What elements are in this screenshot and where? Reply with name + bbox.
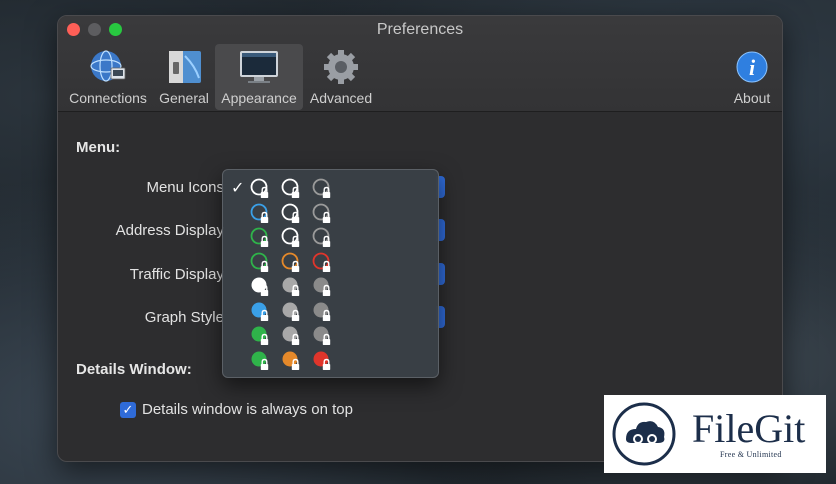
dropdown-option[interactable] <box>223 347 438 372</box>
dropdown-option[interactable] <box>223 249 438 274</box>
tab-advanced[interactable]: Advanced <box>306 44 376 110</box>
disc-lock-icon <box>251 277 269 296</box>
ring-lock-icon <box>250 203 269 223</box>
filegit-logo-icon <box>612 402 676 466</box>
checkmark-icon: ✓ <box>231 180 245 197</box>
ring-lock-icon <box>312 252 331 272</box>
disc-lock-icon <box>282 351 300 370</box>
disc-lock-icon <box>282 277 300 296</box>
dropdown-option[interactable] <box>223 273 438 298</box>
disc-lock-icon <box>282 326 300 345</box>
ring-lock-icon <box>312 178 331 198</box>
dropdown-option[interactable] <box>223 322 438 347</box>
filegit-brand: FileGit <box>692 406 806 451</box>
details-section-title: Details Window: <box>76 361 192 378</box>
tab-about[interactable]: i About <box>726 44 778 110</box>
filegit-watermark: FileGit Free & Unlimited <box>604 395 826 473</box>
disc-lock-icon <box>313 277 331 296</box>
menu-icons-dropdown: ✓ <box>222 169 439 378</box>
ring-lock-icon <box>281 178 300 198</box>
tab-appearance[interactable]: Appearance <box>215 44 303 110</box>
disc-lock-icon <box>282 302 300 321</box>
ring-lock-icon <box>281 203 300 223</box>
disc-lock-icon <box>251 302 269 321</box>
dropdown-option[interactable]: ✓ <box>223 175 438 200</box>
traffic-display-label: Traffic Display <box>129 266 224 283</box>
ring-lock-icon <box>281 252 300 272</box>
ring-lock-icon <box>281 227 300 247</box>
info-icon: i <box>731 48 773 86</box>
tab-connections[interactable]: Connections <box>64 44 152 110</box>
svg-text:i: i <box>749 55 756 80</box>
switch-panel-icon <box>163 48 205 86</box>
window-title: Preferences <box>376 21 464 38</box>
menu-icons-label: Menu Icons <box>146 179 224 196</box>
tab-about-label: About <box>733 90 771 106</box>
monitor-icon <box>238 48 280 86</box>
disc-lock-icon <box>313 302 331 321</box>
gear-icon <box>320 48 362 86</box>
address-display-label: Address Display <box>115 222 224 239</box>
tab-general-label: General <box>159 90 209 106</box>
ring-lock-icon <box>250 252 269 272</box>
dropdown-option[interactable] <box>223 224 438 249</box>
tab-connections-label: Connections <box>69 90 147 106</box>
ring-lock-icon <box>250 227 269 247</box>
disc-lock-icon <box>313 351 331 370</box>
ring-lock-icon <box>250 178 269 198</box>
disc-lock-icon <box>251 351 269 370</box>
titlebar: Preferences Connections General Appearan… <box>58 16 782 112</box>
disc-lock-icon <box>313 326 331 345</box>
ring-lock-icon <box>312 227 331 247</box>
tab-appearance-label: Appearance <box>221 90 297 106</box>
dropdown-option[interactable] <box>223 200 438 225</box>
graph-style-label: Graph Style <box>144 309 224 326</box>
globe-network-icon <box>87 48 129 86</box>
filegit-tagline: Free & Unlimited <box>720 450 782 459</box>
menu-section-title: Menu: <box>76 139 121 156</box>
ring-lock-icon <box>312 203 331 223</box>
disc-lock-icon <box>251 326 269 345</box>
always-on-top-checkbox[interactable]: ✓ <box>120 401 136 418</box>
dropdown-option[interactable] <box>223 298 438 323</box>
tab-general[interactable]: General <box>156 44 212 110</box>
tab-advanced-label: Advanced <box>309 90 373 106</box>
always-on-top-option[interactable]: ✓ Details window is always on top <box>120 401 353 418</box>
always-on-top-label: Details window is always on top <box>142 401 353 418</box>
